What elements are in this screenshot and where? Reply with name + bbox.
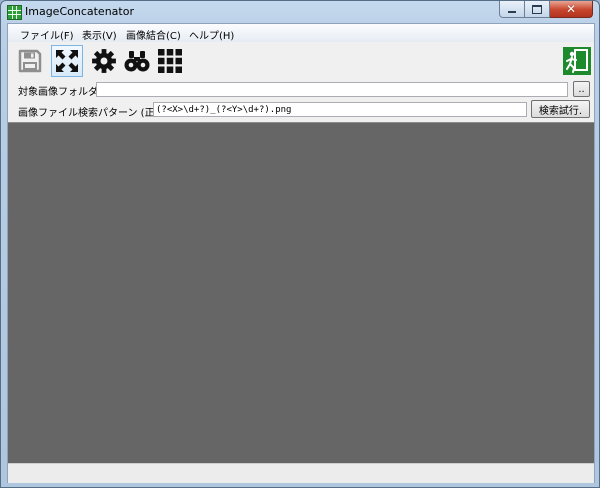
combine-grid-button[interactable]: [154, 45, 186, 77]
title-bar[interactable]: ImageConcatenator ✕: [1, 1, 599, 23]
settings-button[interactable]: [88, 45, 120, 77]
pattern-label: 画像ファイル検索パターン (正規表: [18, 108, 154, 119]
minimize-button[interactable]: [499, 1, 525, 18]
toolbar: [8, 42, 594, 80]
maximize-button[interactable]: [525, 1, 550, 18]
binoculars-icon: [124, 51, 150, 72]
folder-input[interactable]: [96, 82, 568, 97]
app-icon: [7, 5, 22, 20]
grid-icon: [158, 49, 182, 73]
exit-button[interactable]: [562, 46, 592, 76]
exit-icon: [563, 47, 591, 75]
save-icon: [18, 49, 42, 73]
browse-folder-button[interactable]: ..: [573, 81, 590, 97]
gear-icon: [92, 49, 116, 73]
image-canvas[interactable]: [8, 122, 594, 463]
minimize-icon: [508, 11, 516, 13]
menu-view[interactable]: 表示(V): [82, 27, 117, 42]
status-bar: [8, 463, 594, 483]
caption-buttons: ✕: [499, 1, 593, 18]
expand-icon: [56, 50, 78, 72]
maximize-icon: [532, 4, 542, 14]
search-test-button[interactable]: 検索試行.: [531, 100, 590, 118]
fit-to-window-button[interactable]: [51, 45, 83, 77]
app-window: ImageConcatenator ✕ ファイル(F) 表示(V) 画像結合(C…: [0, 0, 600, 488]
client-area: ファイル(F) 表示(V) 画像結合(C) ヘルプ(H) 対象画像フォルダ ..…: [7, 23, 595, 483]
search-files-button[interactable]: [121, 45, 153, 77]
close-button[interactable]: ✕: [550, 1, 593, 18]
window-title: ImageConcatenator: [25, 5, 134, 18]
menu-help[interactable]: ヘルプ(H): [189, 27, 234, 42]
pattern-input[interactable]: (?<X>\d+?)_(?<Y>\d+?).png: [153, 102, 527, 117]
save-button[interactable]: [14, 45, 46, 77]
folder-label: 対象画像フォルダ: [18, 87, 98, 98]
menu-bar: ファイル(F) 表示(V) 画像結合(C) ヘルプ(H): [8, 24, 594, 42]
menu-combine[interactable]: 画像結合(C): [126, 27, 181, 42]
close-icon: ✕: [565, 2, 577, 16]
menu-file[interactable]: ファイル(F): [20, 27, 74, 42]
